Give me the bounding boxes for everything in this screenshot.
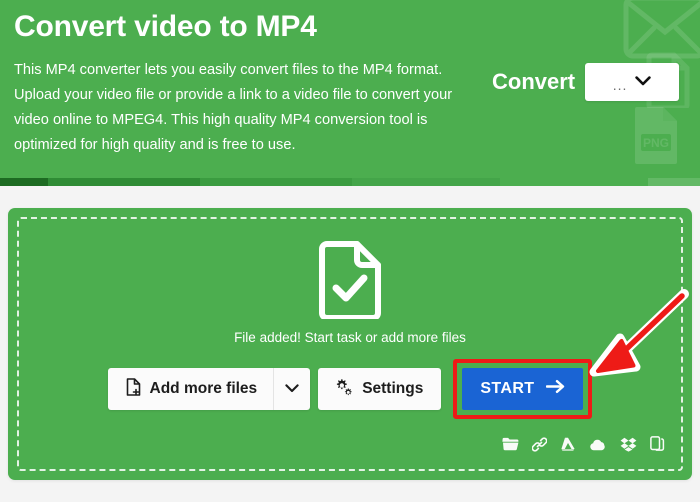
hero-tab-strip xyxy=(0,178,700,186)
folder-icon[interactable] xyxy=(502,437,519,456)
link-icon[interactable] xyxy=(531,436,548,457)
convert-format-dropdown[interactable]: ... xyxy=(585,63,680,101)
hero-description: This MP4 converter lets you easily conve… xyxy=(14,62,453,153)
convert-format-value: ... xyxy=(612,77,628,93)
add-more-files-group: Add more files xyxy=(107,368,311,410)
google-drive-icon[interactable] xyxy=(560,437,576,456)
hero-tab-segment[interactable] xyxy=(352,178,500,186)
page-title: Convert video to MP4 xyxy=(14,10,317,43)
file-dropzone[interactable]: File added! Start task or add more files xyxy=(17,217,683,471)
settings-button[interactable]: Settings xyxy=(318,368,442,410)
file-check-icon xyxy=(319,241,381,324)
add-more-files-label: Add more files xyxy=(149,380,258,397)
convert-label: Convert xyxy=(492,69,576,94)
hero-tab-segment[interactable] xyxy=(648,178,700,186)
chevron-down-icon xyxy=(285,380,299,398)
settings-label: Settings xyxy=(362,380,424,397)
file-source-icon-row xyxy=(502,436,665,457)
upload-status-text: File added! Start task or add more files xyxy=(234,330,466,345)
dropzone-content: File added! Start task or add more files xyxy=(19,241,681,419)
add-more-files-dropdown-toggle[interactable] xyxy=(273,368,310,410)
onedrive-icon[interactable] xyxy=(589,438,607,456)
start-button[interactable]: START xyxy=(462,368,584,410)
hero-tab-segment[interactable] xyxy=(0,178,48,186)
upload-card: File added! Start task or add more files xyxy=(8,208,692,480)
start-button-highlight: START xyxy=(453,359,593,419)
gears-icon xyxy=(334,378,353,401)
converter-page: PNG Convert video to MP4 This MP4 conver… xyxy=(0,0,700,502)
hero-header: PNG Convert video to MP4 This MP4 conver… xyxy=(0,0,700,186)
arrow-right-icon xyxy=(546,379,565,399)
dropbox-icon[interactable] xyxy=(620,437,637,457)
convert-selector: Convert ... xyxy=(492,63,680,101)
chevron-down-icon xyxy=(635,73,652,91)
device-copy-icon[interactable] xyxy=(650,436,665,457)
hero-tab-segment[interactable] xyxy=(500,178,648,186)
action-button-row: Add more files Settings START xyxy=(107,359,593,419)
add-more-files-button[interactable]: Add more files xyxy=(108,368,274,410)
start-label: START xyxy=(480,380,535,397)
file-add-icon xyxy=(126,377,141,401)
hero-tab-segment[interactable] xyxy=(48,178,200,186)
hero-tab-segment[interactable] xyxy=(200,178,352,186)
hero-body: This MP4 converter lets you easily conve… xyxy=(14,58,686,158)
